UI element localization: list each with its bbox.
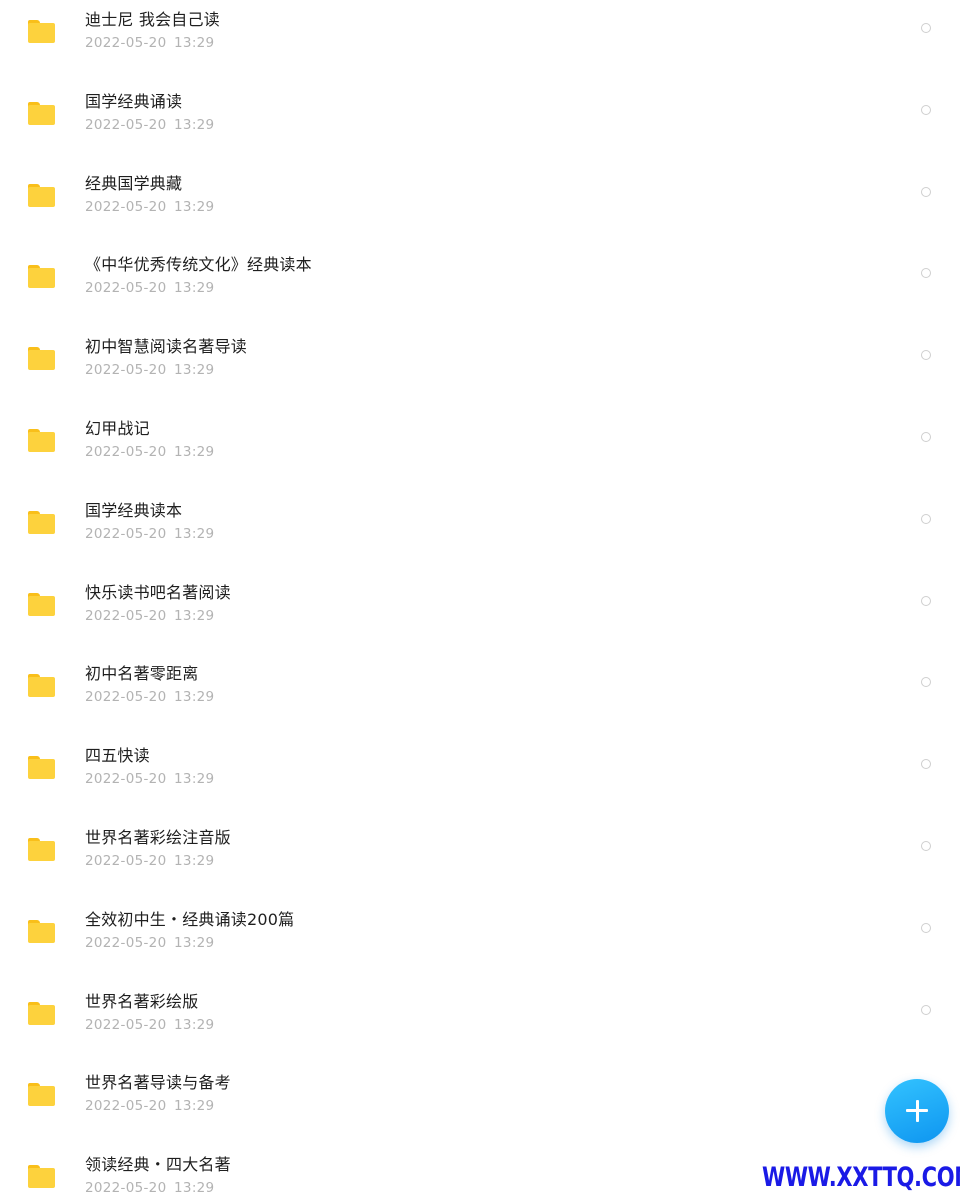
folder-name: 初中名著零距离	[85, 664, 199, 684]
folder-name: 世界名著彩绘版	[85, 991, 199, 1011]
folder-row[interactable]: 初中智慧阅读名著导读 2022-05-20 13:29	[0, 314, 960, 396]
folder-name: 世界名著彩绘注音版	[85, 827, 231, 847]
folder-modified-time: 2022-05-20 13:29	[85, 525, 215, 542]
folder-modified-time: 2022-05-20 13:29	[85, 607, 215, 624]
folder-modified-time: 2022-05-20 13:29	[85, 771, 215, 788]
folder-name: 初中智慧阅读名著导读	[85, 337, 248, 357]
select-radio[interactable]	[921, 104, 931, 115]
folder-row[interactable]: 四五快读 2022-05-20 13:29	[0, 723, 960, 805]
folder-icon	[28, 510, 55, 534]
folder-icon	[28, 428, 55, 452]
folder-row[interactable]: 初中名著零距离 2022-05-20 13:29	[0, 641, 960, 723]
folder-row[interactable]: 全效初中生・经典诵读200篇 2022-05-20 13:29	[0, 887, 960, 969]
folder-name: 全效初中生・经典诵读200篇	[85, 909, 295, 929]
select-radio[interactable]	[921, 1004, 931, 1015]
select-radio[interactable]	[921, 922, 931, 933]
select-radio[interactable]	[921, 23, 931, 33]
folder-name: 四五快读	[85, 746, 150, 766]
folder-name: 领读经典・四大名著	[85, 1155, 231, 1175]
select-radio[interactable]	[921, 840, 931, 851]
folder-modified-time: 2022-05-20 13:29	[85, 689, 215, 706]
folder-icon	[28, 1165, 55, 1189]
folder-row[interactable]: 世界名著彩绘注音版 2022-05-20 13:29	[0, 805, 960, 887]
folder-icon	[28, 183, 55, 207]
select-radio[interactable]	[921, 350, 931, 361]
folder-icon	[28, 1083, 55, 1107]
folder-icon	[28, 756, 55, 780]
folder-modified-time: 2022-05-20 13:29	[85, 852, 215, 869]
folder-icon	[28, 919, 55, 943]
folder-modified-time: 2022-05-20 13:29	[85, 1098, 215, 1115]
folder-row[interactable]: 国学经典读本 2022-05-20 13:29	[0, 478, 960, 560]
select-radio[interactable]	[921, 595, 931, 606]
folder-modified-time: 2022-05-20 13:29	[85, 1180, 215, 1197]
folder-icon	[28, 20, 55, 43]
folder-name: 经典国学典藏	[85, 173, 183, 193]
folder-name: 幻甲战记	[85, 418, 150, 438]
folder-icon	[28, 837, 55, 861]
select-radio[interactable]	[921, 431, 931, 442]
folder-icon	[28, 1001, 55, 1025]
folder-modified-time: 2022-05-20 13:29	[85, 1016, 215, 1033]
folder-row[interactable]: 国学经典诵读 2022-05-20 13:29	[0, 69, 960, 151]
folder-icon	[28, 674, 55, 698]
folder-modified-time: 2022-05-20 13:29	[85, 35, 215, 51]
folder-modified-time: 2022-05-20 13:29	[85, 362, 215, 379]
folder-icon	[28, 347, 55, 371]
folder-modified-time: 2022-05-20 13:29	[85, 198, 215, 215]
select-radio[interactable]	[921, 677, 931, 688]
folder-icon	[28, 592, 55, 616]
select-radio[interactable]	[921, 186, 931, 197]
select-radio[interactable]	[921, 268, 931, 279]
folder-name: 《中华优秀传统文化》经典读本	[85, 255, 312, 275]
folder-modified-time: 2022-05-20 13:29	[85, 280, 215, 297]
folder-modified-time: 2022-05-20 13:29	[85, 116, 215, 133]
folder-name: 国学经典诵读	[85, 91, 183, 111]
folder-modified-time: 2022-05-20 13:29	[85, 934, 215, 951]
folder-row[interactable]: 幻甲战记 2022-05-20 13:29	[0, 396, 960, 478]
folder-row[interactable]: 世界名著导读与备考 2022-05-20 13:29	[0, 1050, 960, 1132]
folder-list: 迪士尼 我会自己读 2022-05-20 13:29 国学经典诵读 2022-0…	[0, 0, 960, 1200]
select-radio[interactable]	[921, 513, 931, 524]
folder-icon	[28, 265, 55, 289]
folder-row[interactable]: 《中华优秀传统文化》经典读本 2022-05-20 13:29	[0, 232, 960, 314]
folder-row[interactable]: 迪士尼 我会自己读 2022-05-20 13:29	[0, 0, 960, 69]
folder-name: 国学经典读本	[85, 500, 183, 520]
folder-icon	[28, 101, 55, 125]
folder-row[interactable]: 世界名著彩绘版 2022-05-20 13:29	[0, 969, 960, 1051]
watermark: WWW.XXTTQ.COM	[762, 1162, 960, 1193]
add-button[interactable]	[885, 1079, 949, 1143]
file-browser-screen: 迪士尼 我会自己读 2022-05-20 13:29 国学经典诵读 2022-0…	[0, 0, 960, 1200]
folder-name: 快乐读书吧名著阅读	[85, 582, 231, 602]
folder-row[interactable]: 经典国学典藏 2022-05-20 13:29	[0, 151, 960, 233]
folder-modified-time: 2022-05-20 13:29	[85, 443, 215, 460]
folder-name: 世界名著导读与备考	[85, 1073, 231, 1093]
folder-row[interactable]: 快乐读书吧名著阅读 2022-05-20 13:29	[0, 560, 960, 642]
select-radio[interactable]	[921, 759, 931, 770]
folder-name: 迪士尼 我会自己读	[85, 10, 220, 29]
